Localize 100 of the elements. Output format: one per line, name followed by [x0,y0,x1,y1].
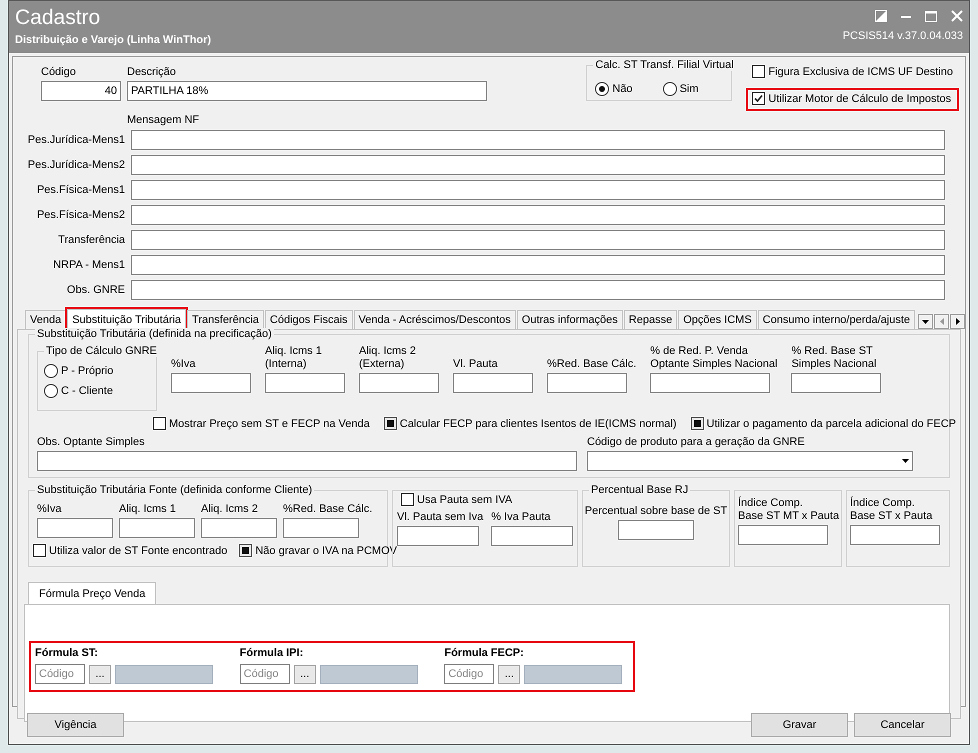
push-button[interactable]: Gravar [751,713,848,737]
tab[interactable]: Venda - Acréscimos/Descontos [354,310,516,329]
text-field[interactable] [119,518,195,538]
tab[interactable]: Fórmula Preço Venda [28,582,156,604]
scroll-right-button[interactable] [950,314,966,329]
right-arrow-icon [956,318,960,325]
text-field[interactable] [850,525,940,545]
text-field[interactable] [453,373,533,393]
field-label: Pes.Jurídica-Mens1 [26,134,125,146]
group-title: Tipo de Cálculo GNRE [44,345,159,357]
checkbox[interactable] [401,493,414,506]
radio-label: Sim [680,83,699,95]
code-field[interactable]: 40 [41,81,121,101]
tab[interactable]: Outras informações [516,310,623,329]
checkbox[interactable] [153,417,166,430]
field-label: %Iva [37,503,62,516]
checkbox-label: Utiliza valor de ST Fonte encontrado [49,544,228,556]
checkbox[interactable] [690,417,704,430]
text-field[interactable] [738,525,828,545]
field-label: % de Red. P. Venda Optante Simples Nacional [650,344,778,371]
field-label: Fórmula IPI: [240,647,304,660]
field-label: %Red. Base Cálc. [547,357,636,371]
field-label: Código de produto para a geração da GNRE [587,436,806,449]
text-field[interactable] [547,373,627,393]
text-field[interactable] [131,155,945,175]
group-title: Calc. ST Transf. Filial Virtual [593,59,736,71]
group-title: Substituição Tributária Fonte (definida conforme Cliente) [35,484,314,496]
code-field[interactable]: Código [444,664,494,684]
code-field[interactable]: Código [35,664,85,684]
field-label: Aliq. Icms 2 (Externa) [359,344,417,371]
field-label: Fórmula FECP: [444,647,525,660]
radio-label: C - Cliente [61,385,113,397]
browse-button[interactable]: ... [498,664,520,684]
checkbox-label: Utilizar Motor de Cálculo de Impostos [768,92,952,104]
field-label: % Red. Base ST Simples Nacional [791,344,878,371]
checkbox-label: Calcular FECP para clientes Isentos de IE(ICMS normal) [400,418,676,430]
field-label: Percentual sobre base de ST [584,505,728,518]
checkbox[interactable] [239,544,252,557]
text-field[interactable] [618,520,694,540]
checkbox[interactable] [752,65,766,78]
text-field[interactable] [37,518,113,538]
text-field[interactable] [491,526,574,546]
text-field[interactable] [37,451,577,471]
tab[interactable]: Repasse [624,310,678,329]
text-field[interactable] [171,373,251,393]
field-label: Código [41,66,77,79]
push-button[interactable]: Vigência [27,713,124,737]
field-label: Transferência [57,234,125,246]
window-title: Cadastro [15,5,102,31]
field-label: Pes.Física-Mens2 [36,208,125,222]
tab[interactable]: Substituição Tributária [67,309,186,329]
field-label: Índice Comp. Base ST x Pauta [850,496,934,523]
tab[interactable]: Consumo interno/perda/ajuste [758,310,916,329]
text-field[interactable] [397,526,479,546]
group-title: Percentual Base RJ [589,484,690,496]
maximize-icon[interactable] [925,10,937,22]
description-field[interactable]: PARTILHA 18% [127,81,487,101]
radio-button[interactable] [595,82,610,96]
checkbox[interactable] [752,92,766,105]
text-field[interactable] [131,180,945,200]
field-label: Mensagem NF [127,114,200,126]
text-field[interactable] [131,205,945,225]
radio-label: P - Próprio [61,365,114,377]
field-label: Pes.Física-Mens1 [36,184,125,196]
tab[interactable]: Opções ICMS [678,310,757,329]
window-subtitle: Distribuição e Varejo (Linha WinThor) [15,34,212,46]
text-field[interactable] [791,373,882,393]
browse-button[interactable]: ... [89,664,111,684]
radio-button[interactable] [44,364,58,378]
browse-button[interactable]: ... [294,664,316,684]
radio-button[interactable] [662,82,677,96]
radio-button[interactable] [44,384,58,398]
radio-label: Não [612,83,633,95]
text-field[interactable] [131,280,945,300]
tab[interactable]: Venda [25,310,66,329]
text-field[interactable] [131,255,945,275]
checkbox[interactable] [384,417,397,430]
field-label: Aliq. Icms 1 (Interna) [265,344,323,371]
text-field[interactable] [265,373,345,393]
push-button[interactable]: Cancelar [854,713,951,737]
dropdown-button[interactable] [918,314,934,329]
text-field[interactable] [283,518,359,538]
text-field[interactable] [131,130,945,150]
dropdown-field[interactable] [587,451,913,471]
text-field[interactable] [359,373,439,393]
field-label: % Iva Pauta [491,511,552,524]
field-label: Vl. Pauta sem Iva [397,511,484,524]
tab[interactable]: Transferência [187,310,264,329]
minimize-icon[interactable] [901,14,911,18]
restore-icon[interactable] [875,10,887,22]
checkbox[interactable] [33,544,46,557]
close-icon[interactable] [951,10,963,22]
text-field[interactable] [131,230,945,250]
text-field[interactable] [201,518,277,538]
text-field[interactable] [650,373,770,393]
field-label: %Iva [171,357,196,371]
tab[interactable]: Códigos Fiscais [264,310,353,329]
code-field[interactable]: Código [240,664,290,684]
group-title: Substituição Tributária (definida na precificação) [35,328,274,340]
field-label: Vl. Pauta [453,357,499,371]
